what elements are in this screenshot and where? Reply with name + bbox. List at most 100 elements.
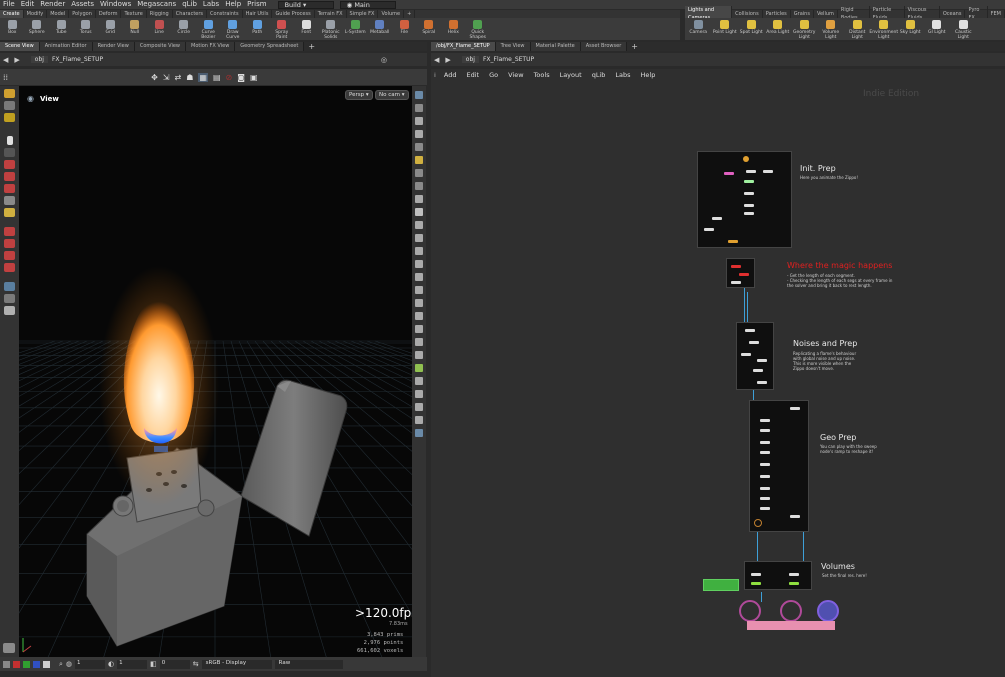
shelf-tool-caustic-light[interactable]: Caustic Light [950, 18, 977, 40]
display-option-icon[interactable] [415, 351, 423, 359]
display-option-icon[interactable] [415, 403, 423, 411]
node[interactable] [789, 573, 799, 576]
pane-tab[interactable]: Scene View [0, 42, 40, 51]
network-menu-item[interactable]: Labs [610, 69, 635, 82]
menu-item[interactable]: Render [37, 0, 68, 9]
back-arrow-icon[interactable]: ◀ [431, 56, 442, 64]
display-option-icon[interactable] [415, 377, 423, 385]
shelf-tab[interactable]: Rigging [147, 10, 173, 18]
menu-item[interactable]: Edit [18, 0, 38, 9]
output-node[interactable] [817, 600, 839, 622]
menu-item[interactable]: Prism [244, 0, 269, 9]
shelf-tool-sphere[interactable]: Sphere [25, 18, 50, 40]
shelf-tool-curve-bezier[interactable]: Curve Bezier [196, 18, 221, 40]
shelf-tab[interactable]: Vellum [814, 10, 838, 18]
pose-icon[interactable] [4, 148, 15, 157]
network-menu-item[interactable]: Edit [462, 69, 485, 82]
shelf-tab[interactable]: Hair Utils [243, 10, 273, 18]
shelf-tool-camera[interactable]: Camera [685, 18, 712, 40]
shelf-tab[interactable]: Texture [121, 10, 147, 18]
shelf-tool-sky-light[interactable]: Sky Light [897, 18, 924, 40]
select-mode-icon[interactable] [4, 101, 15, 110]
cup-icon[interactable] [4, 306, 15, 315]
view-transform-select[interactable]: Raw [274, 659, 343, 669]
shelf-tab[interactable]: Polygon [69, 10, 96, 18]
sticky-note[interactable] [703, 579, 739, 591]
object-mode-icon[interactable] [4, 113, 15, 122]
node[interactable] [744, 192, 754, 195]
shading-icon[interactable]: ☗ [186, 73, 193, 82]
display-option-icon[interactable] [415, 390, 423, 398]
path-setup[interactable]: FX_Flame_SETUP [479, 56, 538, 63]
add-shelf-icon[interactable]: + [404, 10, 416, 18]
network-menu-item[interactable]: Layout [555, 69, 587, 82]
sticky-note-pink[interactable] [747, 621, 835, 630]
node[interactable] [754, 519, 762, 527]
handle-icon[interactable] [4, 89, 15, 98]
green-swatch-icon[interactable] [23, 660, 30, 668]
output-node[interactable] [739, 600, 761, 622]
display-options-icon[interactable]: ✥ [151, 73, 158, 82]
exposure-icon[interactable]: ◧ [150, 660, 157, 668]
network-menu-item[interactable]: Tools [529, 69, 555, 82]
shelf-tab[interactable]: Guide Process [272, 10, 315, 18]
node[interactable] [741, 353, 751, 356]
shelf-tool-null[interactable]: Null [123, 18, 148, 40]
node[interactable] [757, 359, 767, 362]
pane-tab[interactable]: Render View [92, 42, 135, 51]
scale-icon[interactable] [4, 184, 15, 193]
output-node[interactable] [780, 600, 802, 622]
node[interactable] [739, 273, 749, 276]
menu-item[interactable]: Megascans [134, 0, 179, 9]
shelf-tool-geometry-light[interactable]: Geometry Light [791, 18, 818, 40]
node[interactable] [760, 497, 770, 500]
camera-menu[interactable]: No cam ▾ [375, 90, 409, 100]
context-dropdown[interactable]: ◉ Main [339, 0, 396, 9]
node[interactable] [743, 156, 749, 162]
node[interactable] [704, 228, 714, 231]
red-swatch-icon[interactable] [13, 660, 20, 668]
shelf-tool-distant-light[interactable]: Distant Light [844, 18, 871, 40]
scene-viewport[interactable]: ◉ View Persp ▾ No cam ▾ >120.0fps 7.83ms… [19, 86, 412, 657]
blue-swatch-icon[interactable] [33, 660, 40, 668]
node[interactable] [728, 240, 738, 243]
snap-icon[interactable]: ⇲ [163, 73, 170, 82]
node[interactable] [724, 172, 734, 175]
white-swatch-icon[interactable] [43, 660, 50, 668]
node[interactable] [760, 487, 770, 490]
shelf-tab[interactable]: Deform [96, 10, 122, 18]
node[interactable] [744, 204, 754, 207]
zoom-icon[interactable]: ⌕ [59, 660, 63, 669]
shelf-tool-metaball[interactable]: Metaball [368, 18, 393, 40]
lut-icon[interactable]: ⇆ [193, 660, 199, 668]
arrow-select-icon[interactable] [6, 136, 13, 145]
brush-icon[interactable] [4, 208, 15, 217]
network-box-noises[interactable] [736, 322, 774, 390]
shelf-tab[interactable]: FEM [988, 10, 1005, 18]
camera-lock-icon[interactable]: ◙ [237, 73, 245, 82]
shelf-tool-grid[interactable]: Grid [98, 18, 123, 40]
shelf-tab[interactable]: Oceans [940, 10, 966, 18]
display-select[interactable]: sRGB - Display [201, 659, 272, 669]
shelf-tab[interactable]: Simple FX [347, 10, 379, 18]
menu-item[interactable]: qLib [179, 0, 200, 9]
pane-tab[interactable]: Composite View [134, 42, 186, 51]
contrast-field[interactable]: 1 [117, 659, 148, 669]
lighting-icon[interactable]: ▤ [213, 73, 221, 82]
menu-item[interactable]: Labs [200, 0, 222, 9]
shelf-tool-tube[interactable]: Tube [49, 18, 74, 40]
shelf-tool-volume-light[interactable]: Volume Light [818, 18, 845, 40]
display-option-icon[interactable] [415, 416, 423, 424]
shelf-tool-platonic-solids[interactable]: Platonic Solids [319, 18, 344, 40]
node[interactable] [731, 281, 741, 284]
node[interactable] [744, 212, 754, 215]
pane-tab[interactable]: Material Palette [530, 42, 581, 51]
shelf-tool-area-light[interactable]: Area Light [765, 18, 792, 40]
network-box-solver[interactable] [726, 258, 755, 288]
menu-item[interactable]: File [0, 0, 18, 9]
pin-icon[interactable]: ◎ [381, 56, 387, 64]
node[interactable] [760, 507, 770, 510]
menu-item[interactable]: Assets [68, 0, 97, 9]
shelf-tab[interactable]: Constraints [207, 10, 243, 18]
menu-item[interactable]: Help [222, 0, 244, 9]
